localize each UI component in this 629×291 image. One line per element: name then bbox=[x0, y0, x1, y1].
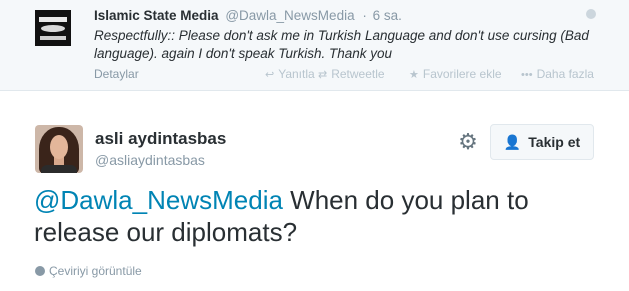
tweet-text: @Dawla_NewsMedia When do you plan to rel… bbox=[34, 184, 604, 248]
favorite-action[interactable]: ★ Favorilere ekle bbox=[409, 67, 502, 81]
globe-icon bbox=[586, 9, 596, 19]
reply-icon: ↩ bbox=[265, 69, 275, 81]
more-label: Daha fazla bbox=[536, 67, 594, 81]
retweet-label: Retweetle bbox=[331, 67, 385, 81]
translate-label: Çeviriyi görüntüle bbox=[49, 264, 142, 278]
reply-action[interactable]: ↩ Yanıtla bbox=[265, 67, 315, 81]
quoted-header: Islamic State Media @Dawla_NewsMedia · 6… bbox=[94, 8, 402, 23]
gear-icon[interactable]: ⚙ bbox=[457, 131, 479, 153]
quoted-avatar[interactable] bbox=[35, 10, 71, 46]
time-separator: · bbox=[362, 8, 367, 23]
author-avatar[interactable] bbox=[35, 125, 83, 173]
more-icon: ••• bbox=[521, 69, 533, 81]
retweet-icon: ⇄ bbox=[318, 69, 328, 81]
details-link[interactable]: Detaylar bbox=[94, 67, 139, 81]
follow-label: Takip et bbox=[528, 134, 581, 150]
author-name[interactable]: asli aydintasbas bbox=[95, 129, 226, 149]
globe-icon bbox=[35, 266, 45, 276]
mention-link[interactable]: @Dawla_NewsMedia bbox=[34, 185, 283, 215]
translate-link[interactable]: Çeviriyi görüntüle bbox=[35, 264, 142, 278]
quoted-author-name[interactable]: Islamic State Media bbox=[94, 8, 219, 23]
follow-button[interactable]: 👤 Takip et bbox=[490, 124, 594, 160]
star-icon: ★ bbox=[409, 69, 419, 81]
quoted-timestamp[interactable]: 6 sa. bbox=[373, 8, 402, 23]
add-user-icon: 👤 bbox=[503, 133, 522, 150]
quoted-author-handle[interactable]: @Dawla_NewsMedia bbox=[225, 8, 354, 23]
favorite-label: Favorilere ekle bbox=[422, 67, 502, 81]
retweet-action[interactable]: ⇄ Retweetle bbox=[318, 67, 385, 81]
quoted-tweet[interactable]: Islamic State Media @Dawla_NewsMedia · 6… bbox=[0, 0, 629, 91]
reply-label: Yanıtla bbox=[278, 67, 315, 81]
more-action[interactable]: ••• Daha fazla bbox=[521, 67, 594, 81]
quoted-tweet-text: Respectfully:: Please don't ask me in Tu… bbox=[94, 28, 589, 61]
author-handle[interactable]: @asliaydintasbas bbox=[95, 152, 205, 168]
